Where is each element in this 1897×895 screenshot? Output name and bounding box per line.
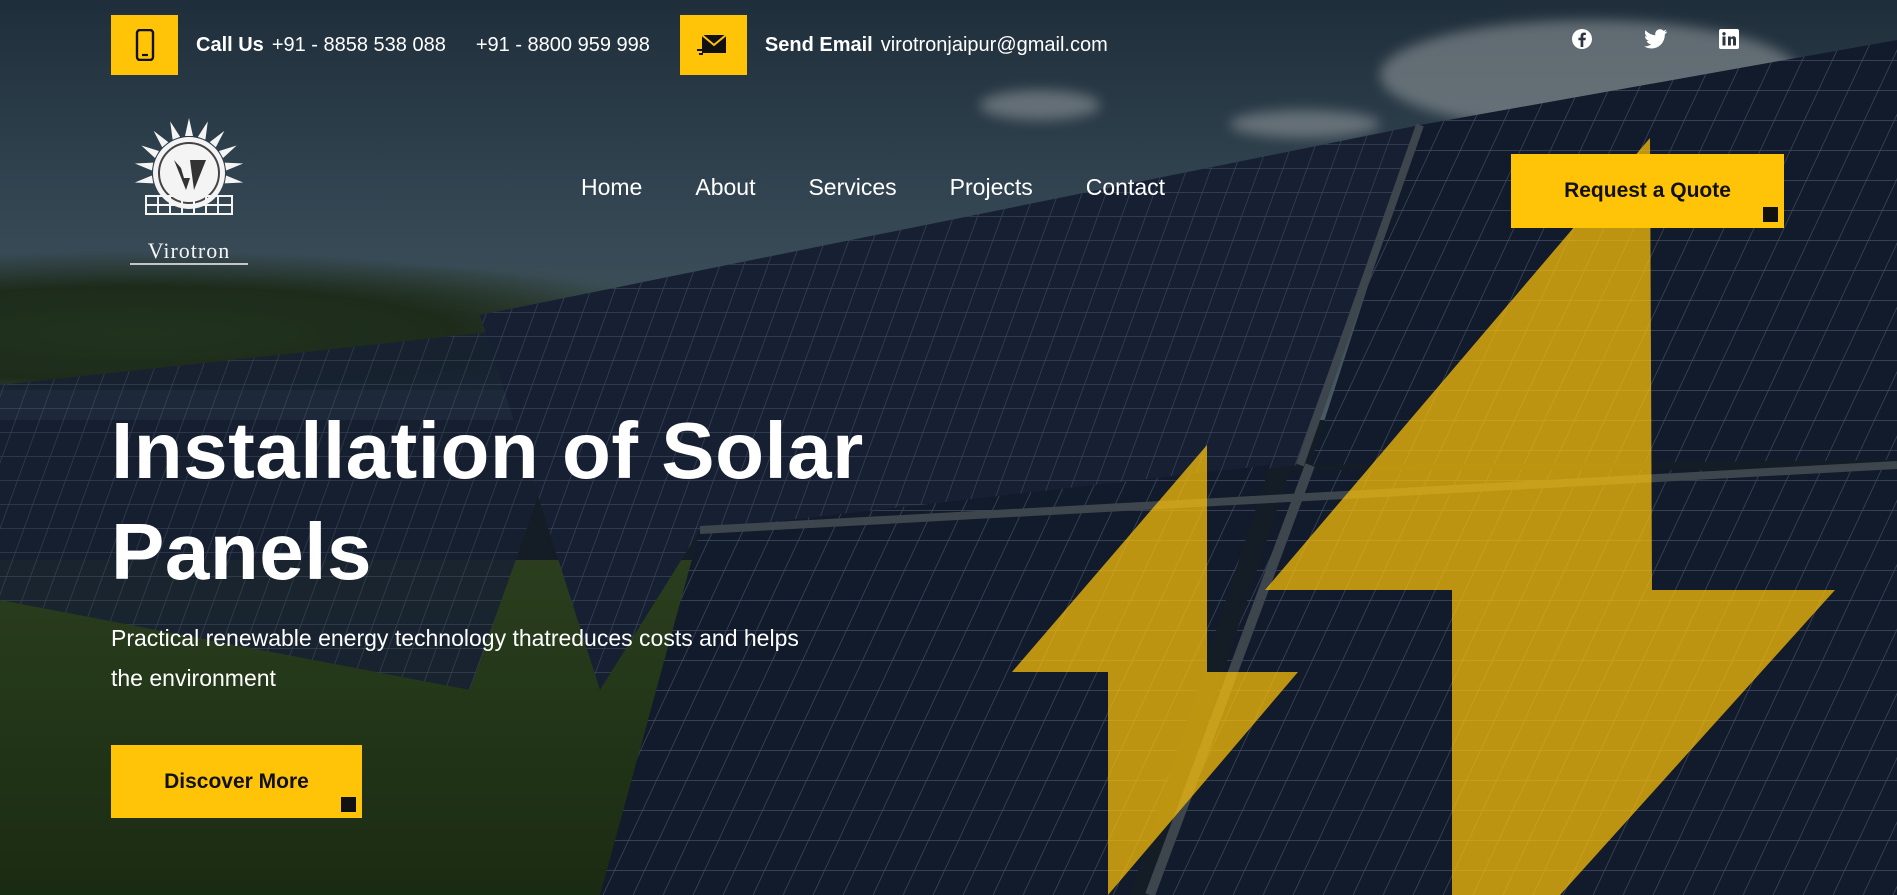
nav-services[interactable]: Services [808, 174, 896, 201]
facebook-icon[interactable] [1569, 26, 1595, 52]
linkedin-icon[interactable] [1716, 26, 1742, 52]
logo-text: Virotron [148, 238, 230, 263]
hero-subtitle-line-1: Practical renewable energy technology th… [111, 625, 799, 651]
phone-number-1[interactable]: +91 - 8858 538 088 [272, 34, 446, 57]
main-nav: Home About Services Projects Contact [581, 174, 1218, 201]
contact-bar: Call Us +91 - 8858 538 088 +91 - 8800 95… [111, 15, 1108, 75]
email-icon-box [679, 15, 747, 75]
hero-title-line-1: Installation of Solar [111, 406, 864, 495]
button-corner-square [341, 797, 356, 812]
phone-icon [135, 29, 154, 61]
discover-more-button[interactable]: Discover More [111, 745, 362, 818]
call-us-label: Call Us [196, 33, 264, 56]
hero-subtitle-line-2: the environment [111, 665, 276, 691]
envelope-icon [697, 34, 728, 55]
virotron-logo[interactable]: Virotron [124, 118, 254, 268]
hero-section: Call Us +91 - 8858 538 088 +91 - 8800 95… [0, 0, 1897, 895]
button-corner-square [1763, 207, 1778, 222]
email-address[interactable]: virotronjaipur@gmail.com [881, 34, 1108, 57]
twitter-icon[interactable] [1643, 26, 1669, 52]
nav-about[interactable]: About [695, 174, 755, 201]
hero-title-line-2: Panels [111, 507, 372, 596]
nav-contact[interactable]: Contact [1086, 174, 1165, 201]
hero-title: Installation of Solar Panels [111, 400, 1011, 602]
sun-logo-icon: Virotron [130, 118, 248, 265]
phone-icon-box [111, 15, 178, 75]
phone-number-2[interactable]: +91 - 8800 959 998 [476, 34, 650, 57]
nav-projects[interactable]: Projects [950, 174, 1033, 201]
discover-more-label: Discover More [164, 769, 309, 793]
request-quote-label: Request a Quote [1564, 179, 1731, 202]
request-quote-button[interactable]: Request a Quote [1511, 154, 1784, 228]
hero-subtitle: Practical renewable energy technology th… [111, 618, 851, 698]
nav-home[interactable]: Home [581, 174, 642, 201]
send-email-label: Send Email [764, 33, 873, 56]
